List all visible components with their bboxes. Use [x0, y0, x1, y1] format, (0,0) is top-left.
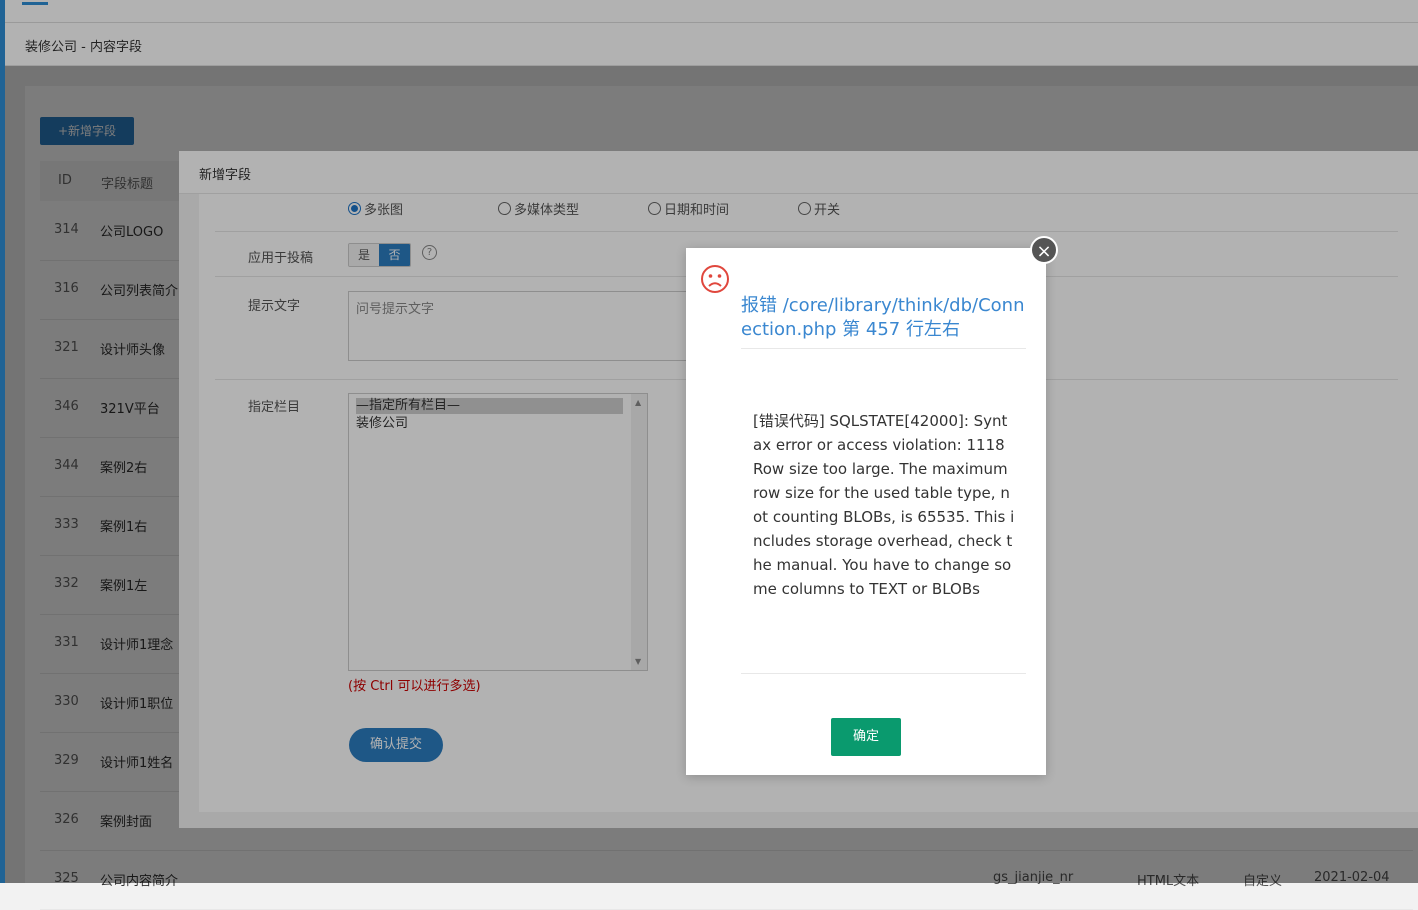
sad-face-icon: [701, 265, 729, 293]
close-icon[interactable]: ×: [1030, 236, 1058, 264]
divider: [741, 673, 1026, 674]
error-message: [错误代码] SQLSTATE[42000]: Syntax error or …: [753, 412, 1015, 598]
divider: [741, 348, 1026, 349]
ok-button[interactable]: 确定: [831, 718, 901, 756]
error-dialog: 报错 /core/library/think/db/Connection.php…: [686, 248, 1046, 775]
error-title: 报错 /core/library/think/db/Connection.php…: [741, 295, 1025, 340]
